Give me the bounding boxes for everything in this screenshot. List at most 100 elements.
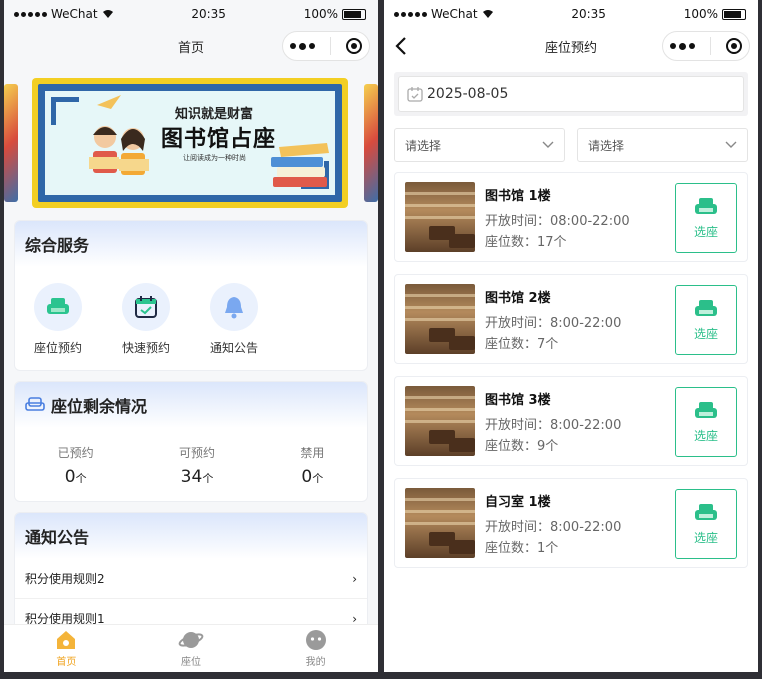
date-picker[interactable]: 2025-08-05: [398, 76, 744, 112]
stat-value: 0: [64, 467, 76, 487]
pick-seat-button[interactable]: 选座: [675, 183, 737, 253]
room-card: 图书馆 2楼 开放时间：8:00-22:00 座位数：7个 选座: [394, 274, 748, 364]
battery-icon: [722, 8, 746, 20]
banner-subtitle: 知识就是财富: [175, 107, 254, 122]
more-options-icon[interactable]: [670, 42, 696, 50]
room-name: 图书馆 1楼: [485, 188, 551, 204]
banner-next-peek: [364, 84, 378, 202]
service-label: 通知公告: [209, 341, 258, 355]
wifi-icon: [102, 10, 113, 18]
status-time: 20:35: [571, 7, 606, 21]
pick-seat-button[interactable]: 选座: [675, 489, 737, 559]
room-seats: 座位数：17个: [485, 234, 567, 250]
reading-kids-illustration: [89, 126, 149, 175]
tab-seat[interactable]: 座位: [161, 629, 221, 668]
filter-select-1[interactable]: 请选择: [394, 128, 565, 162]
tab-mine[interactable]: 我的: [286, 629, 346, 668]
library-photo: [405, 386, 475, 456]
tab-home[interactable]: 首页: [36, 629, 96, 668]
stat-value: 34: [180, 467, 203, 487]
room-seats: 座位数：7个: [485, 336, 559, 352]
banner-caption: 让阅读成为一种时尚: [183, 154, 246, 162]
room-hours: 开放时间：8:00-22:00: [485, 315, 622, 331]
paper-plane-icon: [97, 95, 121, 109]
close-target-icon[interactable]: [725, 38, 742, 54]
banner-slide[interactable]: 知识就是财富 图书馆占座 让阅读成为一种时尚: [32, 78, 348, 208]
notices-card: 通知公告 积分使用规则2 › 积分使用规则1 ›: [14, 512, 368, 640]
sofa-icon: [695, 299, 717, 316]
planet-icon: [178, 632, 204, 648]
library-photo: [405, 488, 475, 558]
back-arrow-icon[interactable]: [394, 36, 408, 56]
battery-percent: 100%: [683, 7, 718, 21]
banner-carousel[interactable]: 知识就是财富 图书馆占座 让阅读成为一种时尚: [4, 74, 378, 214]
calendar-check-icon: [135, 296, 157, 318]
bell-icon: [225, 297, 243, 319]
room-list: 图书馆 1楼 开放时间：08:00-22:00 座位数：17个 选座 图书馆 2…: [394, 172, 748, 568]
calendar-icon: [407, 87, 423, 102]
page-title: 座位预约: [544, 40, 597, 56]
page-title: 首页: [177, 40, 204, 56]
pick-seat-button[interactable]: 选座: [675, 387, 737, 457]
sofa-icon: [695, 401, 717, 418]
seat-status-title: 座位剩余情况: [51, 397, 148, 416]
service-label: 座位预约: [33, 341, 82, 355]
room-card: 图书馆 3楼 开放时间：8:00-22:00 座位数：9个 选座: [394, 376, 748, 466]
sofa-icon: [695, 503, 717, 520]
wifi-icon: [482, 10, 493, 18]
sofa-outline-icon: [25, 397, 45, 411]
signal-icon: [14, 11, 47, 17]
carrier-label: WeChat: [431, 7, 478, 21]
close-target-icon[interactable]: [345, 38, 362, 54]
signal-icon: [394, 11, 427, 17]
more-options-icon[interactable]: [290, 42, 316, 50]
date-picker-wrap: 2025-08-05: [394, 72, 748, 116]
mini-program-capsule: [282, 31, 370, 61]
stat-reserved: 已预约 0个: [57, 446, 94, 487]
room-hours: 开放时间：8:00-22:00: [485, 519, 622, 535]
library-photo: [405, 284, 475, 354]
banner-prev-peek: [4, 84, 18, 202]
room-hours: 开放时间：08:00-22:00: [485, 213, 630, 229]
screenshot-stage: WeChat 20:35 100% 首页 知识就是财富 图书馆占座 让阅读成为一…: [0, 0, 762, 679]
notice-item[interactable]: 积分使用规则2 ›: [15, 559, 367, 599]
stat-available: 可预约 34个: [178, 446, 215, 487]
service-quick-reservation[interactable]: 快速预约: [113, 283, 179, 356]
user-face-icon: [305, 630, 326, 650]
home-icon: [57, 631, 76, 649]
filter-row: 请选择 请选择: [394, 128, 748, 162]
seat-reservation-screen: WeChat 20:35 100% 座位预约 2025-08-05 请选择 请选…: [384, 0, 758, 672]
status-bar: WeChat 20:35 100%: [4, 0, 378, 28]
tab-bar: 首页 座位 我的: [4, 624, 378, 672]
room-hours: 开放时间：8:00-22:00: [485, 417, 622, 433]
battery-percent: 100%: [303, 7, 338, 21]
services-card: 综合服务 座位预约 快速预约 通知公告: [14, 220, 368, 371]
room-seats: 座位数：9个: [485, 438, 559, 454]
library-photo: [405, 182, 475, 252]
room-card: 自习室 1楼 开放时间：8:00-22:00 座位数：1个 选座: [394, 478, 748, 568]
seat-status-card: 座位剩余情况 已预约 0个 可预约 34个 禁用 0个: [14, 381, 368, 502]
sofa-icon: [47, 298, 69, 314]
home-screen: WeChat 20:35 100% 首页 知识就是财富 图书馆占座 让阅读成为一…: [4, 0, 378, 672]
room-name: 图书馆 3楼: [485, 392, 551, 408]
service-label: 快速预约: [121, 341, 170, 355]
service-notices[interactable]: 通知公告: [201, 283, 267, 356]
carrier-label: WeChat: [51, 7, 98, 21]
mini-program-capsule: [662, 31, 750, 61]
stat-value: 0: [301, 467, 313, 487]
filter-select-2[interactable]: 请选择: [577, 128, 748, 162]
banner-title: 图书馆占座: [161, 126, 277, 152]
status-time: 20:35: [191, 7, 226, 21]
notices-title: 通知公告: [15, 513, 367, 559]
chevron-right-icon: ›: [352, 571, 357, 586]
date-value: 2025-08-05: [427, 86, 509, 102]
room-card: 图书馆 1楼 开放时间：08:00-22:00 座位数：17个 选座: [394, 172, 748, 262]
services-title: 综合服务: [15, 221, 367, 267]
chevron-down-icon: [725, 141, 737, 148]
nav-bar: 座位预约: [384, 28, 758, 64]
service-seat-reservation[interactable]: 座位预约: [25, 283, 91, 356]
chevron-down-icon: [542, 141, 554, 148]
pick-seat-button[interactable]: 选座: [675, 285, 737, 355]
battery-icon: [342, 8, 366, 20]
book-stack-illustration: [271, 143, 329, 187]
